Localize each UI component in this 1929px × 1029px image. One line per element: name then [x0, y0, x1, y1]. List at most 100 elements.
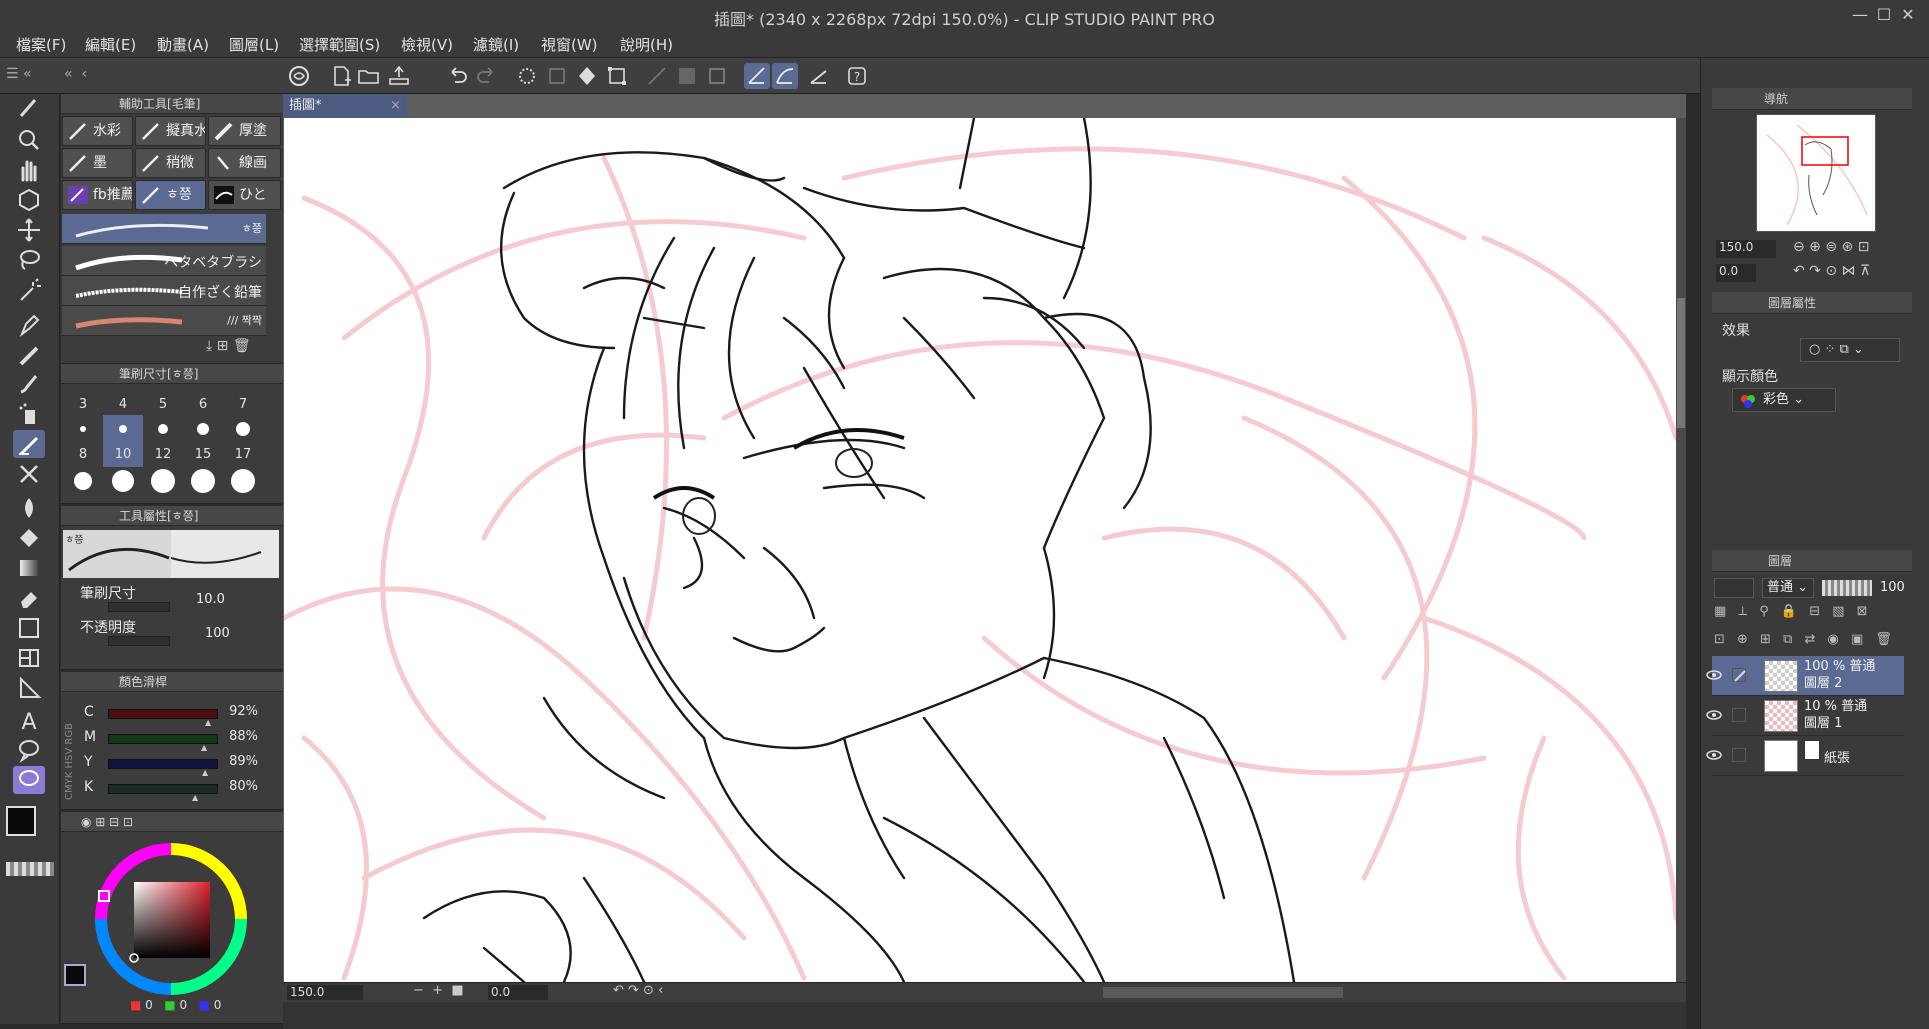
- eye-icon[interactable]: [1704, 666, 1724, 684]
- layer-row[interactable]: 紙張: [1706, 736, 1904, 776]
- menu-layer[interactable]: 圖層(L): [229, 34, 279, 55]
- text-tool-icon[interactable]: A: [13, 706, 45, 735]
- channel-value[interactable]: 88%: [216, 729, 258, 744]
- main-color-swatch[interactable]: [6, 806, 36, 836]
- lasso-tool-icon[interactable]: [13, 246, 45, 274]
- transform-icon[interactable]: [604, 63, 630, 89]
- subtool-chip-fb[interactable]: fb推薦: [62, 180, 133, 210]
- blur-tool-icon[interactable]: [13, 494, 45, 522]
- menu-filter[interactable]: 濾鏡(I): [473, 34, 519, 55]
- new-file-icon[interactable]: [328, 63, 354, 89]
- subtool-chip-custom[interactable]: ㅎ쯩: [135, 180, 206, 210]
- rotation-buttons[interactable]: ↶ ↷ ⊙ ‹: [613, 983, 663, 998]
- size-dot-12[interactable]: [143, 467, 183, 495]
- pencil-tool-icon[interactable]: [13, 340, 45, 368]
- left-panel-collapse[interactable]: ☰ «: [6, 66, 66, 86]
- display-color-dropdown[interactable]: 彩色 ⌄: [1732, 388, 1836, 412]
- size-dot-3[interactable]: [63, 415, 103, 443]
- wheel-main-swatch[interactable]: [64, 964, 86, 986]
- clear-icon[interactable]: [544, 63, 570, 89]
- navigator-zoom-buttons[interactable]: ⊖ ⊕ ⊜ ⊛ ⊡: [1793, 239, 1869, 255]
- close-button[interactable]: ✕: [1886, 2, 1929, 28]
- gradient-tool-icon[interactable]: [13, 554, 45, 582]
- help-icon[interactable]: ?: [844, 63, 870, 89]
- vertical-scroll-thumb[interactable]: [1677, 298, 1685, 428]
- opacity-value[interactable]: 100: [205, 626, 230, 641]
- document-tab-close[interactable]: ×: [390, 94, 401, 118]
- navigator-preview[interactable]: [1756, 114, 1876, 232]
- size-dot-5[interactable]: [143, 415, 183, 443]
- channel-slider-thumb[interactable]: ▲: [202, 768, 208, 777]
- zoom-tool-icon[interactable]: [13, 126, 45, 154]
- horizontal-scroll-thumb[interactable]: [1103, 987, 1343, 998]
- blend-mode-dropdown[interactable]: 普通 ⌄: [1762, 578, 1814, 598]
- transparent-color-swatch[interactable]: [6, 862, 54, 876]
- zoom-buttons[interactable]: − + ■: [413, 983, 464, 998]
- channel-value[interactable]: 80%: [216, 779, 258, 794]
- brush-size-slider[interactable]: [108, 602, 170, 612]
- 3d-object-tool-icon[interactable]: [13, 186, 45, 214]
- eye-icon[interactable]: [1704, 706, 1724, 724]
- rotation-field[interactable]: 0.0: [488, 985, 548, 1000]
- subtool-chip-realistic[interactable]: 擬真水: [135, 116, 206, 146]
- subtool-chip-lineart[interactable]: 線画: [208, 148, 281, 178]
- invert-selection-icon[interactable]: [674, 63, 700, 89]
- fill-tool-icon[interactable]: [13, 524, 45, 552]
- pen-icon[interactable]: [1732, 668, 1746, 682]
- brush-preset-row[interactable]: ベタベタブラシ: [62, 246, 266, 276]
- pen-tool-icon[interactable]: [13, 94, 45, 122]
- effect-buttons[interactable]: ○ ⁘ ⧉ ⌄: [1800, 338, 1900, 362]
- layer-opacity-slider[interactable]: [1822, 580, 1872, 596]
- subtool-chip-ink[interactable]: 墨: [62, 148, 133, 178]
- eye-icon[interactable]: [1704, 746, 1724, 764]
- subtool-chip-thick[interactable]: 厚塗: [208, 116, 281, 146]
- layer-option-icons[interactable]: ▦ ⟂ ⚲ 🔒 ⊟ ▧ ⊠: [1714, 604, 1914, 624]
- clip-studio-icon[interactable]: [286, 63, 312, 89]
- menu-edit[interactable]: 編輯(E): [85, 34, 136, 55]
- layer-action-icons[interactable]: ⊡ ⊕ ⊞ ⧉ ⇄ ◉ ▣ 🗑: [1714, 632, 1914, 652]
- pen-nib-icon[interactable]: [13, 310, 45, 338]
- size-dot-8[interactable]: [63, 467, 103, 495]
- menu-selection[interactable]: 選擇範圍(S): [299, 34, 380, 55]
- channel-slider-thumb[interactable]: ▲: [192, 793, 198, 802]
- decoration-tool-icon[interactable]: [13, 430, 45, 458]
- brush-preset-row[interactable]: 自作ざく鉛筆: [62, 276, 266, 306]
- deselect-icon[interactable]: [644, 63, 670, 89]
- channel-slider-thumb[interactable]: ▲: [201, 743, 207, 752]
- size-dot-6[interactable]: [183, 415, 223, 443]
- undo-icon[interactable]: [444, 63, 470, 89]
- open-file-icon[interactable]: [356, 63, 382, 89]
- drawing-canvas[interactable]: [284, 118, 1676, 982]
- size-dot-4[interactable]: [103, 415, 143, 443]
- snap-ruler-icon[interactable]: [744, 63, 770, 89]
- magic-wand-icon[interactable]: [13, 276, 45, 304]
- size-dot-10[interactable]: [103, 467, 143, 495]
- navigator-rotate-buttons[interactable]: ↶ ↷ ⊙ ⋈ ⊼: [1793, 263, 1870, 279]
- eraser-tool-icon[interactable]: [13, 584, 45, 612]
- airbrush-tool-icon[interactable]: [13, 400, 45, 428]
- layer-row[interactable]: 100 % 普通 圖層 2: [1706, 656, 1904, 696]
- layer-opacity-value[interactable]: 100: [1880, 580, 1905, 595]
- ruler-tool-icon[interactable]: [13, 644, 45, 672]
- speech-balloon-icon[interactable]: [13, 766, 45, 794]
- menu-help[interactable]: 說明(H): [620, 34, 673, 55]
- opacity-slider[interactable]: [108, 636, 170, 646]
- navigator-rotation-field[interactable]: 0.0: [1716, 264, 1756, 282]
- layer-lock-box[interactable]: [1732, 708, 1746, 722]
- brush-tool-icon[interactable]: [13, 370, 45, 398]
- frame-tool-icon[interactable]: [13, 614, 45, 642]
- brush-preset-row[interactable]: /// 짝짝: [62, 306, 266, 336]
- menu-view[interactable]: 檢視(V): [401, 34, 453, 55]
- layer-row[interactable]: 10 % 普通 圖層 1: [1706, 696, 1904, 736]
- balloon-tool-icon[interactable]: [13, 736, 45, 764]
- canvas-vertical-scrollbar[interactable]: [1676, 118, 1686, 982]
- subtool-actions[interactable]: ⤓ ⊞ 🗑: [206, 338, 278, 358]
- correct-line-tool-icon[interactable]: [13, 674, 45, 702]
- size-dot-17[interactable]: [223, 467, 263, 495]
- brush-size-value[interactable]: 10.0: [196, 592, 225, 607]
- layer-color-dropdown[interactable]: [1714, 578, 1754, 598]
- selection-border-icon[interactable]: [704, 63, 730, 89]
- navigator-zoom-field[interactable]: 150.0: [1716, 240, 1776, 258]
- subtool-chip-hito[interactable]: ひと: [208, 180, 281, 210]
- blend-tool-icon[interactable]: [13, 460, 45, 488]
